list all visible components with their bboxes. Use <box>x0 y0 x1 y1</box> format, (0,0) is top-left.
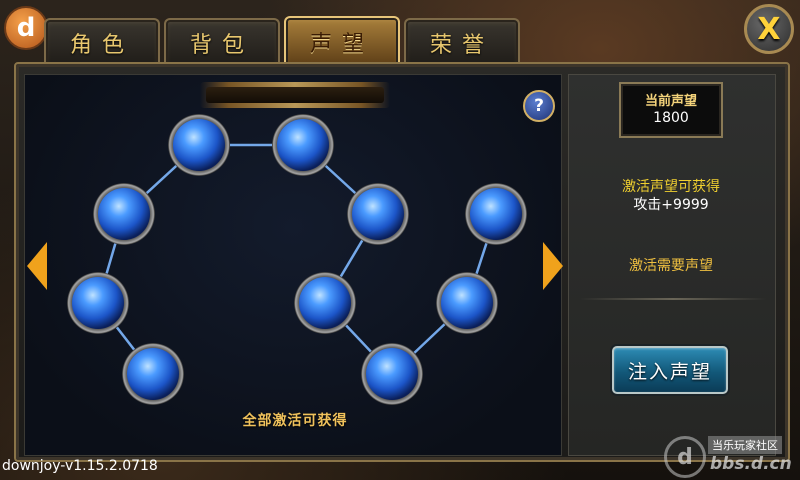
activation-gain-title: 激活声望可获得 <box>622 179 720 195</box>
reputation-orb[interactable] <box>93 183 155 245</box>
current-reputation-title: 当前声望 <box>644 94 697 109</box>
constellation-graph <box>67 114 527 405</box>
watermark-top-text: 当乐玩家社区 <box>708 436 782 454</box>
panel-divider <box>580 298 766 300</box>
version-label: downjoy-v1.15.2.0718 <box>2 458 158 474</box>
reputation-orb[interactable] <box>67 272 129 334</box>
reputation-orb[interactable] <box>436 272 498 334</box>
watermark: d 当乐玩家社区 bbs.d.cn <box>664 434 800 480</box>
reputation-orb[interactable] <box>361 343 423 405</box>
orb-group[interactable] <box>67 114 527 405</box>
reputation-orb[interactable] <box>294 272 356 334</box>
constellation-links <box>96 143 498 375</box>
reputation-orb[interactable] <box>465 183 527 245</box>
activation-gain-value: 攻击+9999 <box>633 197 709 213</box>
activation-requirement-title: 激活需要声望 <box>629 258 713 274</box>
inject-reputation-button[interactable]: 注入声望 <box>612 346 728 394</box>
reputation-orb[interactable] <box>168 114 230 176</box>
reputation-orb[interactable] <box>122 343 184 405</box>
all-activated-reward-label: 全部激活可获得 <box>242 413 348 429</box>
watermark-bottom-text: bbs.d.cn <box>710 454 792 474</box>
watermark-logo-icon: d <box>664 436 706 478</box>
reputation-orb[interactable] <box>272 114 334 176</box>
current-reputation-value: 1800 <box>653 110 689 126</box>
reputation-orb[interactable] <box>347 183 409 245</box>
